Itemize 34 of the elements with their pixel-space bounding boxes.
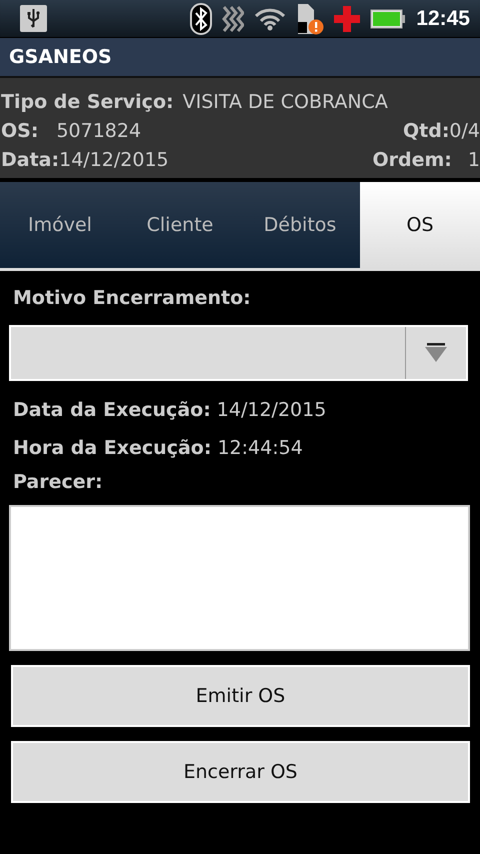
field-value: 0/4 bbox=[449, 120, 480, 142]
tab[interactable]: Cliente bbox=[120, 182, 240, 268]
signal-waves-icon bbox=[222, 4, 244, 32]
reason-dropdown[interactable] bbox=[9, 325, 468, 381]
field-label: Data da Execução: bbox=[13, 399, 211, 421]
field-label: Tipo de Serviço: bbox=[1, 90, 174, 112]
action-button[interactable]: Encerrar OS bbox=[11, 741, 470, 803]
tab[interactable]: OS bbox=[360, 182, 480, 268]
cross-icon bbox=[334, 6, 360, 32]
tab[interactable]: Débitos bbox=[240, 182, 360, 268]
usb-icon bbox=[20, 5, 47, 32]
field-label: Qtd: bbox=[402, 120, 450, 142]
wifi-icon bbox=[254, 6, 286, 30]
field-value: 5071824 bbox=[56, 120, 142, 142]
action-button[interactable]: Emitir OS bbox=[11, 665, 470, 727]
field-label: Hora da Execução: bbox=[13, 437, 212, 459]
field-value: 1 bbox=[468, 148, 480, 170]
field-label: Parecer: bbox=[12, 470, 104, 495]
field-label: OS: bbox=[1, 120, 38, 142]
field-label: Data: bbox=[1, 148, 60, 170]
sd-card-warning-icon bbox=[296, 2, 324, 34]
clock-time: 12:45 bbox=[416, 6, 470, 30]
bluetooth-icon bbox=[190, 2, 212, 34]
battery-icon bbox=[370, 8, 406, 28]
field-value: 14/12/2015 bbox=[59, 148, 169, 170]
field-value: 14/12/2015 bbox=[216, 399, 326, 421]
opinion-text-area[interactable] bbox=[9, 505, 470, 651]
dropdown-arrow-icon bbox=[425, 343, 447, 363]
field-value: 12:44:54 bbox=[217, 437, 303, 459]
field-label: Ordem: bbox=[372, 148, 452, 170]
app-title: GSANEOS bbox=[9, 46, 112, 68]
field-value: VISITA DE COBRANCA bbox=[182, 90, 388, 112]
tab[interactable]: Imóvel bbox=[0, 182, 120, 268]
field-label: Motivo Encerramento: bbox=[12, 286, 252, 311]
